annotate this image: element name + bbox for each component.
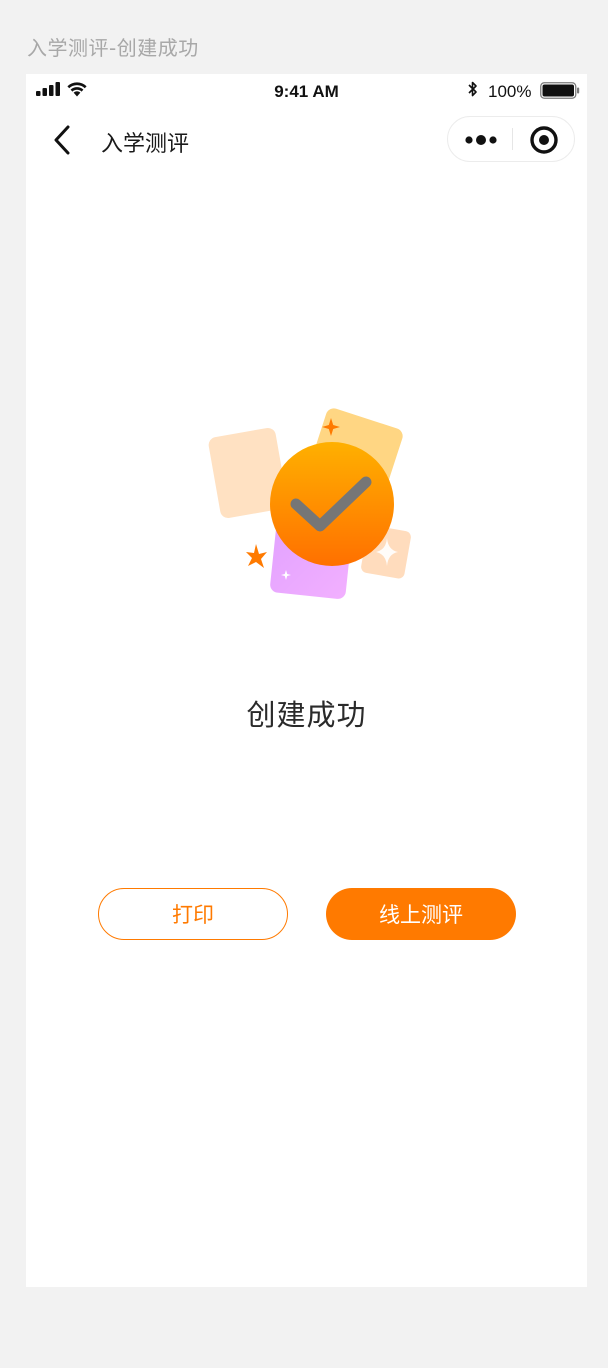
success-check-icon bbox=[208, 408, 411, 599]
status-bar: 9:41 AM 100% bbox=[26, 74, 587, 110]
mini-program-capsule bbox=[447, 116, 575, 162]
capsule-divider bbox=[512, 128, 513, 150]
star-icon bbox=[246, 544, 267, 568]
artboard-title: 入学测评-创建成功 bbox=[27, 36, 199, 60]
more-dots-icon bbox=[465, 135, 497, 145]
online-assessment-button[interactable]: 线上测评 bbox=[326, 888, 516, 940]
more-button[interactable] bbox=[456, 121, 508, 157]
success-circle bbox=[270, 442, 394, 566]
battery-percent: 100% bbox=[488, 82, 532, 101]
bluetooth-icon bbox=[468, 81, 477, 97]
print-button[interactable]: 打印 bbox=[98, 888, 288, 940]
back-chevron-icon bbox=[54, 125, 70, 155]
back-button[interactable] bbox=[48, 122, 78, 158]
nav-bar: 入学测评 bbox=[26, 114, 587, 170]
phone-screen: 9:41 AM 100% 入学测评 创建成功 打印 线上测评 bbox=[26, 74, 587, 1287]
close-circle-icon bbox=[530, 126, 558, 154]
result-title: 创建成功 bbox=[246, 698, 367, 732]
page-title: 入学测评 bbox=[101, 132, 190, 157]
battery-level-fill bbox=[542, 84, 574, 97]
battery-icon bbox=[540, 82, 580, 99]
close-button[interactable] bbox=[520, 121, 568, 157]
